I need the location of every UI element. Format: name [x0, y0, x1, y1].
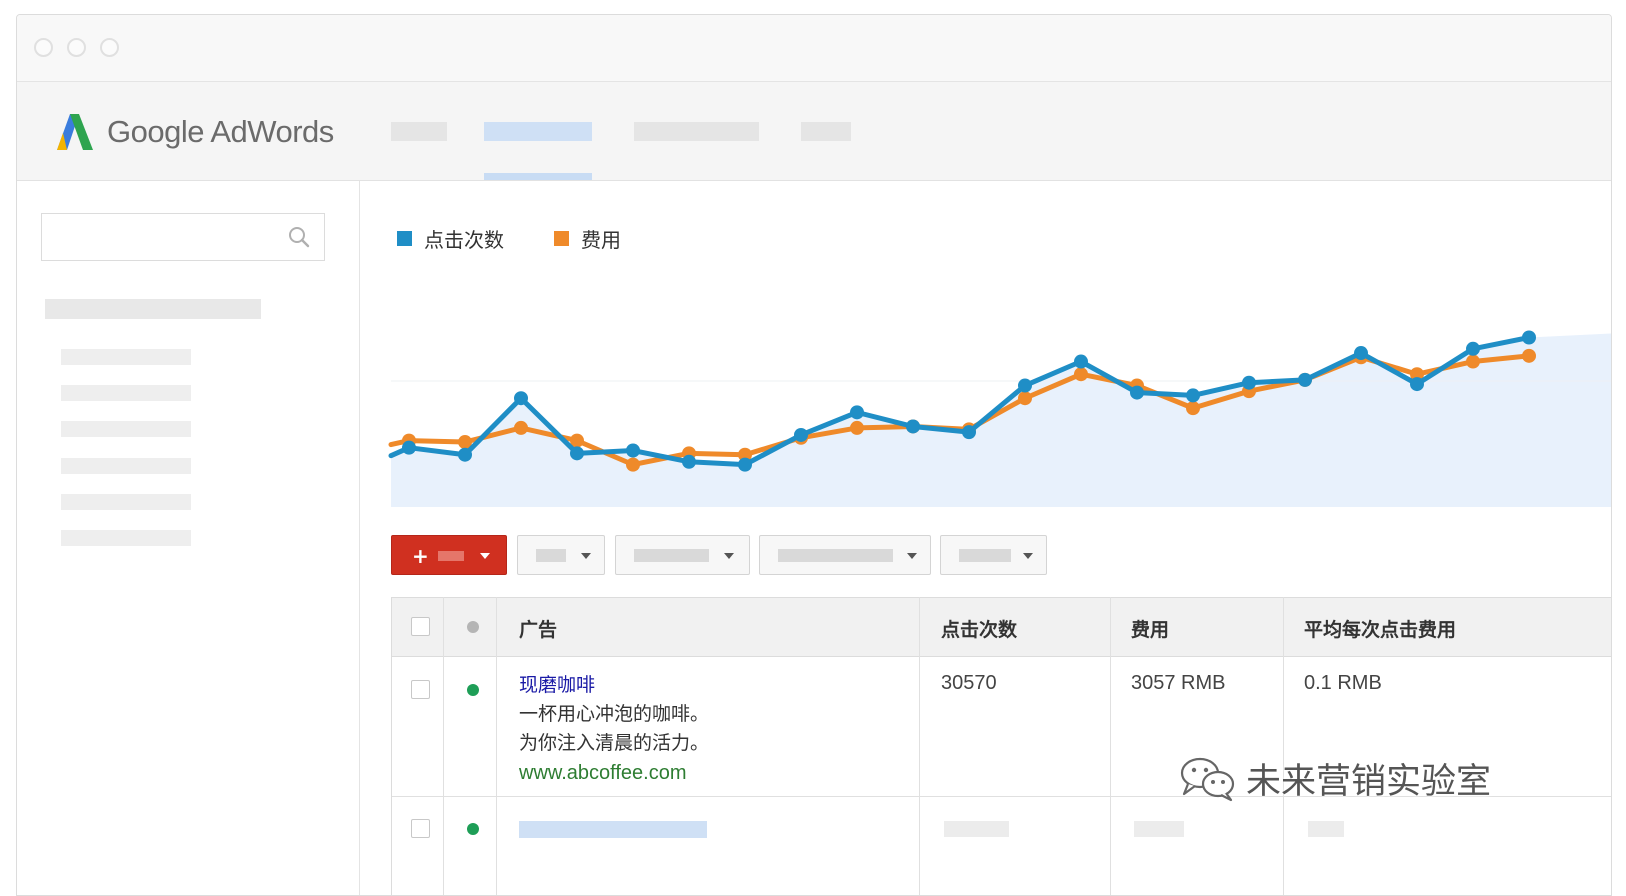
add-button-label-placeholder	[438, 551, 464, 561]
data-point-clicks[interactable]	[850, 405, 864, 420]
data-point-clicks[interactable]	[794, 427, 808, 442]
sidebar	[17, 181, 360, 895]
data-point-clicks[interactable]	[1074, 354, 1088, 369]
data-point-cost[interactable]	[1522, 348, 1536, 363]
sidebar-item[interactable]	[61, 530, 191, 546]
ad-display-url: www.abcoffee.com	[519, 762, 687, 784]
app-header: Google AdWords	[17, 82, 1611, 181]
cell-avg-cpc: 0.1 RMB	[1304, 672, 1382, 694]
data-point-clicks[interactable]	[682, 454, 696, 469]
caret-down-icon	[1023, 553, 1033, 559]
data-point-clicks[interactable]	[570, 446, 584, 461]
column-header-avg-cpc[interactable]: 平均每次点击费用	[1304, 615, 1456, 642]
data-point-cost[interactable]	[1074, 367, 1088, 382]
toolbar-dropdown-2[interactable]	[615, 535, 750, 575]
caret-down-icon	[480, 553, 490, 559]
sidebar-item[interactable]	[61, 421, 191, 437]
ad-title-placeholder	[519, 821, 707, 838]
data-point-clicks[interactable]	[1298, 372, 1312, 387]
data-point-cost[interactable]	[1466, 354, 1480, 369]
status-enabled-icon	[467, 823, 479, 835]
data-point-clicks[interactable]	[1242, 375, 1256, 390]
select-all-checkbox[interactable]	[411, 617, 430, 636]
toolbar-dropdown-3[interactable]	[759, 535, 931, 575]
search-icon[interactable]	[288, 226, 310, 248]
data-point-cost[interactable]	[850, 420, 864, 435]
cell-placeholder	[944, 821, 1009, 837]
nav-tab-2-active[interactable]	[484, 122, 592, 141]
performance-line-chart	[388, 330, 1611, 507]
caret-down-icon	[724, 553, 734, 559]
cell-placeholder	[1134, 821, 1184, 837]
watermark-text: 未来营销实验室	[1246, 761, 1492, 802]
window-maximize-dot[interactable]	[100, 38, 119, 57]
data-point-clicks[interactable]	[1522, 330, 1536, 345]
sidebar-item[interactable]	[61, 458, 191, 474]
data-point-clicks[interactable]	[906, 419, 920, 434]
active-tab-indicator	[484, 173, 592, 180]
ad-description-line-1: 一杯用心冲泡的咖啡。	[519, 703, 710, 725]
window-titlebar	[17, 15, 1611, 82]
row-checkbox[interactable]	[411, 819, 430, 838]
sidebar-item[interactable]	[61, 494, 191, 510]
status-enabled-icon	[467, 684, 479, 696]
ads-table: 广告 点击次数 费用 平均每次点击费用 现磨咖啡 一杯用心冲泡的咖啡。 为你注入…	[391, 597, 1611, 895]
data-point-clicks[interactable]	[1410, 377, 1424, 392]
dropdown-label-placeholder	[778, 549, 893, 562]
sidebar-heading-placeholder	[45, 299, 261, 319]
nav-tab-1[interactable]	[391, 122, 447, 141]
column-header-ad[interactable]: 广告	[519, 615, 557, 642]
data-point-clicks[interactable]	[626, 443, 640, 458]
data-point-clicks[interactable]	[738, 457, 752, 472]
sidebar-search-input[interactable]	[41, 213, 325, 261]
data-point-clicks[interactable]	[1354, 346, 1368, 361]
dropdown-label-placeholder	[634, 549, 709, 562]
row-checkbox[interactable]	[411, 680, 430, 699]
wechat-icon	[1180, 757, 1235, 802]
table-row-placeholder[interactable]	[392, 797, 1611, 857]
cell-placeholder	[1308, 821, 1344, 837]
ad-description-line-2: 为你注入清晨的活力。	[519, 732, 710, 754]
data-point-cost[interactable]	[1018, 391, 1032, 406]
column-header-cost[interactable]: 费用	[1131, 615, 1169, 642]
cell-clicks: 30570	[941, 672, 997, 694]
data-point-clicks[interactable]	[514, 391, 528, 406]
data-point-clicks[interactable]	[1466, 341, 1480, 356]
data-point-clicks[interactable]	[1018, 378, 1032, 393]
wechat-watermark: 未来营销实验室	[1178, 752, 1491, 804]
toolbar-dropdown-4[interactable]	[940, 535, 1047, 575]
data-point-cost[interactable]	[626, 457, 640, 472]
toolbar-dropdown-1[interactable]	[517, 535, 605, 575]
plus-icon: +	[412, 544, 429, 568]
sidebar-item[interactable]	[61, 349, 191, 365]
nav-tab-3[interactable]	[634, 122, 759, 141]
data-point-clicks[interactable]	[458, 447, 472, 462]
window-close-dot[interactable]	[34, 38, 53, 57]
adwords-logo-icon	[57, 114, 93, 150]
caret-down-icon	[581, 553, 591, 559]
data-point-clicks[interactable]	[402, 440, 416, 455]
caret-down-icon	[907, 553, 917, 559]
dropdown-label-placeholder	[959, 549, 1011, 562]
add-button[interactable]: +	[391, 535, 507, 575]
data-point-clicks[interactable]	[962, 425, 976, 440]
data-point-clicks[interactable]	[1186, 388, 1200, 403]
chart-area-fill	[391, 333, 1611, 507]
data-point-cost[interactable]	[514, 420, 528, 435]
nav-tab-4[interactable]	[801, 122, 851, 141]
dropdown-label-placeholder	[536, 549, 566, 562]
data-point-clicks[interactable]	[1130, 385, 1144, 400]
data-point-cost[interactable]	[1186, 401, 1200, 416]
status-header-icon	[467, 621, 479, 633]
sidebar-item[interactable]	[61, 385, 191, 401]
window-minimize-dot[interactable]	[67, 38, 86, 57]
cell-cost: 3057 RMB	[1131, 672, 1226, 694]
app-name: Google AdWords	[107, 114, 334, 149]
column-header-clicks[interactable]: 点击次数	[941, 615, 1017, 642]
ad-headline-link[interactable]: 现磨咖啡	[519, 670, 595, 697]
table-header: 广告 点击次数 费用 平均每次点击费用	[392, 597, 1611, 657]
